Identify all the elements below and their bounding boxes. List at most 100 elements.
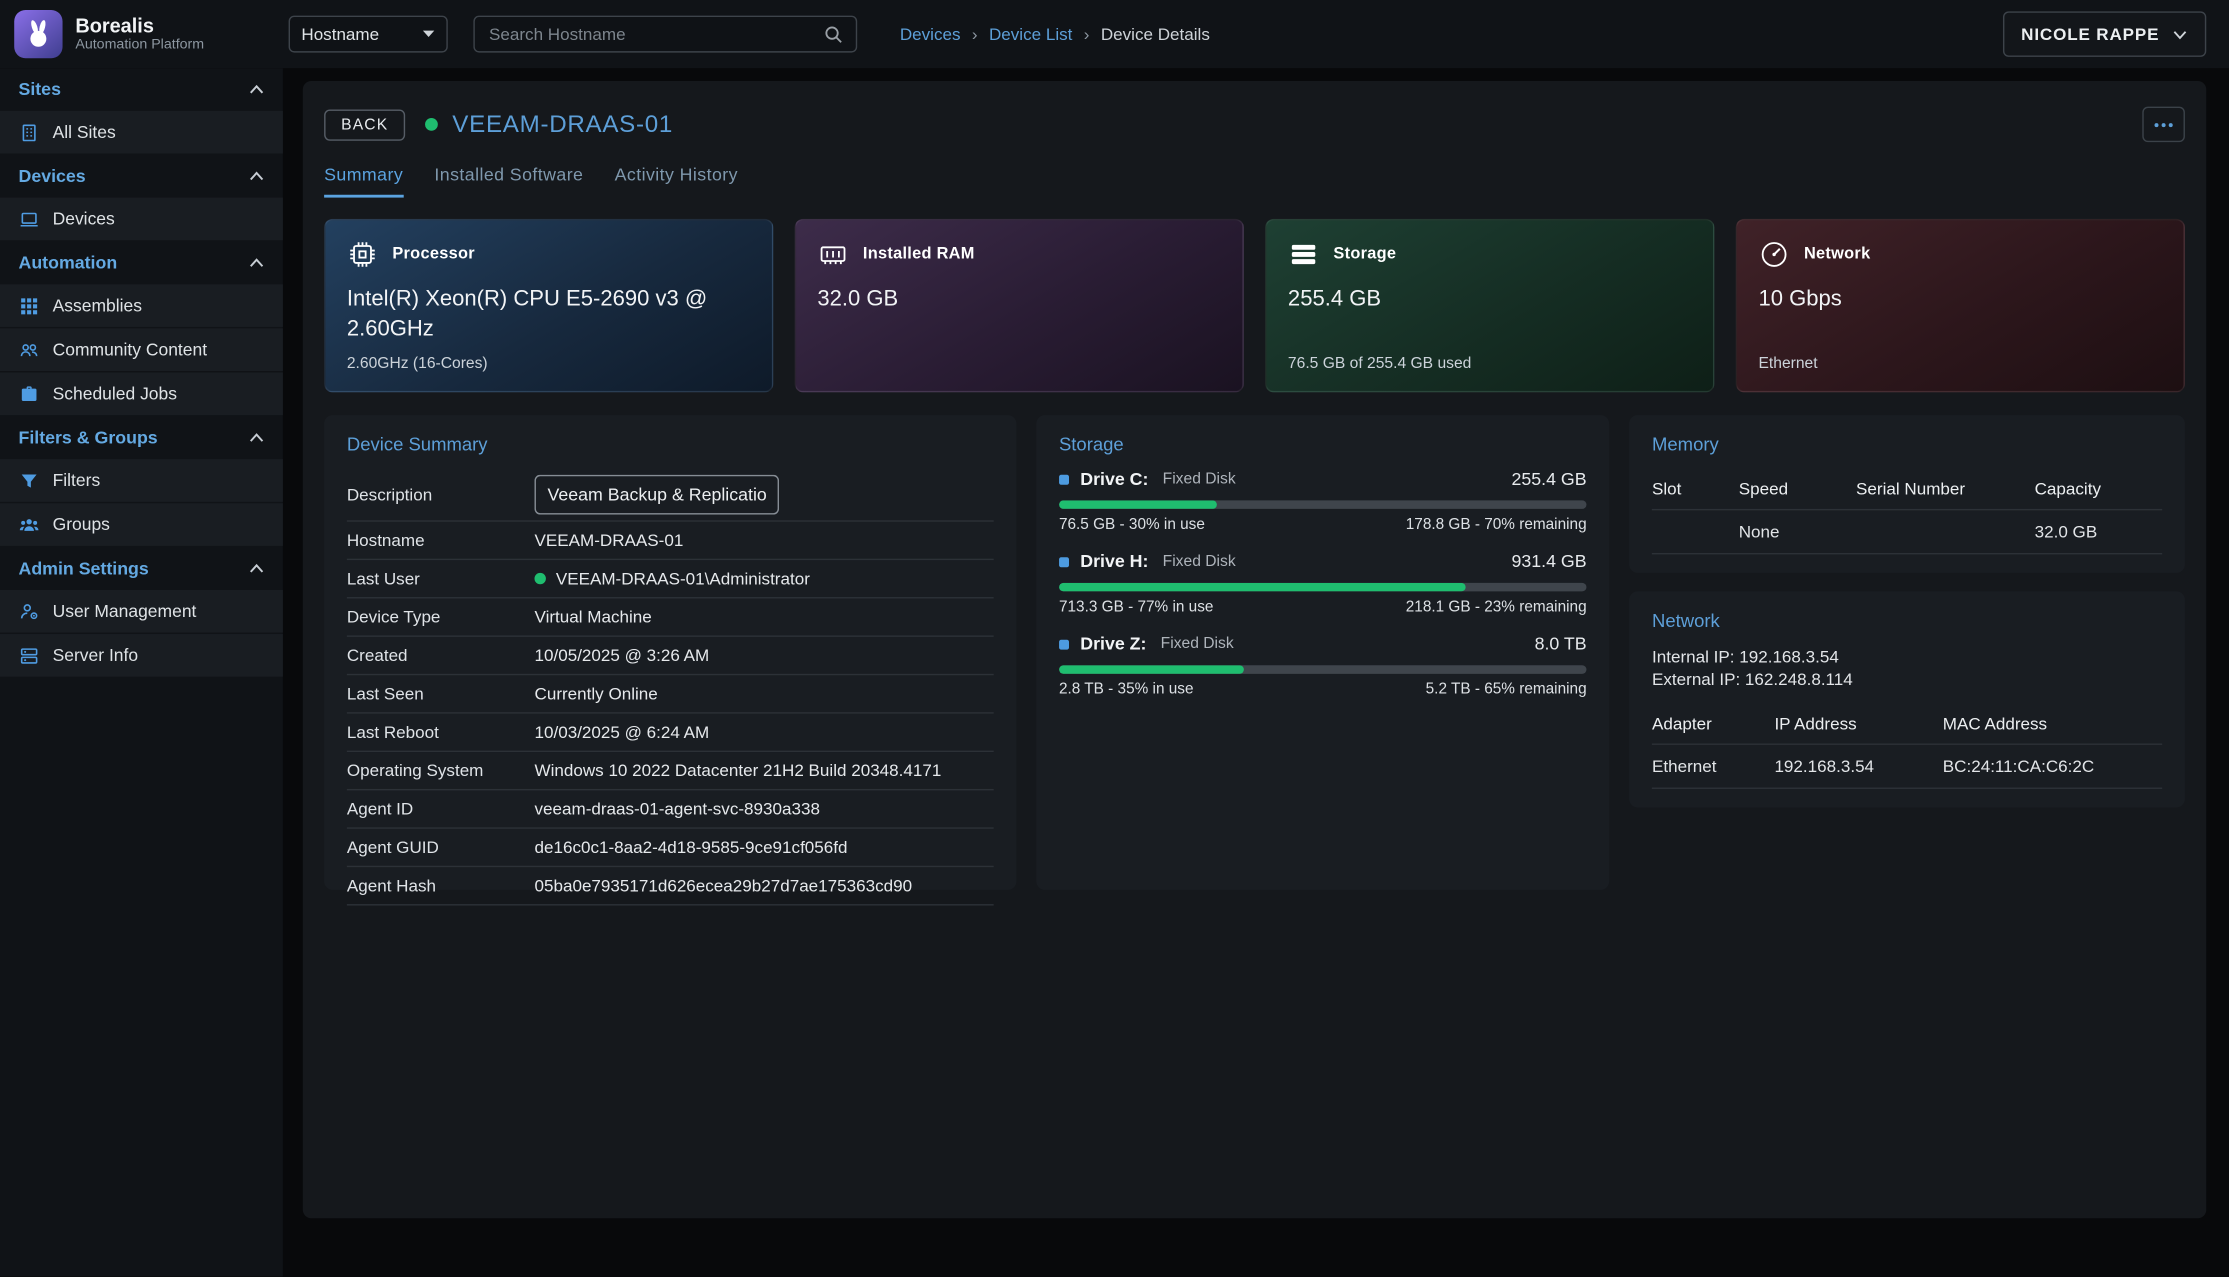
sidebar-item-community-content[interactable]: Community Content xyxy=(0,328,283,371)
sidebar: Sites All Sites Devices Devices Automati… xyxy=(0,68,283,1276)
section-label: Filters & Groups xyxy=(18,428,157,448)
hostname-filter-dropdown[interactable]: Hostname xyxy=(289,16,448,53)
row-label: Created xyxy=(347,645,535,665)
search-input[interactable] xyxy=(486,23,823,46)
row-value: VEEAM-DRAAS-01 xyxy=(535,530,684,550)
sidebar-section-filters-groups[interactable]: Filters & Groups xyxy=(0,417,283,460)
col-header: Capacity xyxy=(2035,479,2163,499)
breadcrumb-devices[interactable]: Devices xyxy=(900,24,961,44)
card-title: Storage xyxy=(1333,246,1396,263)
ip-info: Internal IP: 192.168.3.54 External IP: 1… xyxy=(1652,645,2162,691)
description-input[interactable] xyxy=(535,475,780,515)
card-subtext: Ethernet xyxy=(1758,355,2162,372)
user-menu-button[interactable]: NICOLE RAPPE xyxy=(2003,11,2207,56)
cell-speed: None xyxy=(1739,522,1856,542)
gauge-icon xyxy=(1758,239,1789,270)
sidebar-item-all-sites[interactable]: All Sites xyxy=(0,111,283,154)
table-row: Created 10/05/2025 @ 3:26 AM xyxy=(347,637,994,675)
table-row: Last Seen Currently Online xyxy=(347,675,994,713)
section-label: Admin Settings xyxy=(18,559,148,579)
tab-summary[interactable]: Summary xyxy=(324,165,403,198)
sidebar-item-filters[interactable]: Filters xyxy=(0,459,283,502)
sidebar-item-label: Assemblies xyxy=(53,296,142,316)
hostname-filter-label: Hostname xyxy=(301,24,379,44)
card-value: 255.4 GB xyxy=(1288,286,1692,316)
sidebar-item-user-management[interactable]: User Management xyxy=(0,590,283,633)
filter-icon xyxy=(18,470,39,491)
sidebar-section-sites[interactable]: Sites xyxy=(0,68,283,111)
table-row: Description xyxy=(347,469,994,522)
drive-usage-fill xyxy=(1059,583,1465,592)
device-details-panel: BACK VEEAM-DRAAS-01 Summary Installed So… xyxy=(303,81,2206,1218)
device-summary-title: Device Summary xyxy=(347,434,994,455)
people-icon xyxy=(18,339,39,360)
drive-used-text: 2.8 TB - 35% in use xyxy=(1059,681,1194,698)
drive-name: Drive H: xyxy=(1080,552,1148,572)
tab-bar: Summary Installed Software Activity Hist… xyxy=(324,165,2185,198)
breadcrumb-separator: › xyxy=(1084,24,1090,44)
network-panel: Network Internal IP: 192.168.3.54 Extern… xyxy=(1629,591,2185,808)
row-label: Last Seen xyxy=(347,684,535,704)
sidebar-section-devices[interactable]: Devices xyxy=(0,155,283,198)
row-label: Description xyxy=(347,485,535,505)
card-value: 10 Gbps xyxy=(1758,286,2162,316)
sidebar-section-admin-settings[interactable]: Admin Settings xyxy=(0,547,283,590)
card-title: Network xyxy=(1804,246,1871,263)
sidebar-item-assemblies[interactable]: Assemblies xyxy=(0,284,283,327)
row-label: Device Type xyxy=(347,607,535,627)
search-icon[interactable] xyxy=(823,23,844,44)
drive-usage-bar xyxy=(1059,500,1587,509)
user-gear-icon xyxy=(18,601,39,622)
sidebar-item-groups[interactable]: Groups xyxy=(0,503,283,546)
drive-type: Fixed Disk xyxy=(1161,635,1234,652)
borealis-logo xyxy=(14,10,62,58)
tab-activity-history[interactable]: Activity History xyxy=(615,165,738,198)
drive-z-block: Drive Z: Fixed Disk 8.0 TB 2.8 TB - 35% … xyxy=(1059,634,1587,698)
drive-remaining-text: 178.8 GB - 70% remaining xyxy=(1406,516,1587,533)
table-row: Agent ID veeam-draas-01-agent-svc-8930a3… xyxy=(347,790,994,828)
sidebar-item-server-info[interactable]: Server Info xyxy=(0,634,283,677)
ellipsis-icon xyxy=(2154,122,2174,128)
sidebar-item-scheduled-jobs[interactable]: Scheduled Jobs xyxy=(0,372,283,415)
row-label: Last Reboot xyxy=(347,722,535,742)
sidebar-item-devices[interactable]: Devices xyxy=(0,198,283,241)
table-row: Device Type Virtual Machine xyxy=(347,598,994,636)
drive-usage-fill xyxy=(1059,665,1244,674)
sidebar-section-automation[interactable]: Automation xyxy=(0,242,283,285)
cell-capacity: 32.0 GB xyxy=(2035,522,2163,542)
table-row: Agent Hash 05ba0e7935171d626ecea29b27d7a… xyxy=(347,867,994,905)
table-row: Hostname VEEAM-DRAAS-01 xyxy=(347,522,994,560)
online-status-dot xyxy=(425,118,438,131)
device-summary-panel: Device Summary Description Hostname VEEA… xyxy=(324,415,1016,890)
drive-type: Fixed Disk xyxy=(1163,553,1236,570)
breadcrumb-device-list[interactable]: Device List xyxy=(989,24,1072,44)
card-value: 32.0 GB xyxy=(817,286,1221,316)
chevron-up-icon xyxy=(249,84,265,95)
detail-columns: Device Summary Description Hostname VEEA… xyxy=(324,415,2185,890)
stat-cards: Processor Intel(R) Xeon(R) CPU E5-2690 v… xyxy=(324,219,2185,392)
drive-name: Drive C: xyxy=(1080,469,1148,489)
storage-card: Storage 255.4 GB 76.5 GB of 255.4 GB use… xyxy=(1265,219,1714,392)
chevron-down-icon xyxy=(2172,29,2188,39)
sidebar-item-label: User Management xyxy=(53,601,197,621)
storage-icon xyxy=(1288,239,1319,270)
more-actions-button[interactable] xyxy=(2142,107,2185,143)
memory-panel-title: Memory xyxy=(1652,434,2162,455)
drive-c-block: Drive C: Fixed Disk 255.4 GB 76.5 GB - 3… xyxy=(1059,469,1587,533)
tab-installed-software[interactable]: Installed Software xyxy=(434,165,583,198)
grid-icon xyxy=(18,295,39,316)
row-value: Windows 10 2022 Datacenter 21H2 Build 20… xyxy=(535,761,942,781)
col-header: Speed xyxy=(1739,479,1856,499)
drive-bullet xyxy=(1059,639,1069,649)
row-value: VEEAM-DRAAS-01\Administrator xyxy=(535,569,810,589)
cpu-icon xyxy=(347,239,378,270)
processor-card: Processor Intel(R) Xeon(R) CPU E5-2690 v… xyxy=(324,219,773,392)
card-subtext: 76.5 GB of 255.4 GB used xyxy=(1288,355,1692,372)
cell-ip: 192.168.3.54 xyxy=(1774,757,1942,777)
section-label: Devices xyxy=(18,166,85,186)
col-header: MAC Address xyxy=(1943,714,2162,734)
back-button[interactable]: BACK xyxy=(324,109,405,140)
online-status-dot xyxy=(535,573,546,584)
row-value: Virtual Machine xyxy=(535,607,652,627)
breadcrumb-separator: › xyxy=(972,24,978,44)
